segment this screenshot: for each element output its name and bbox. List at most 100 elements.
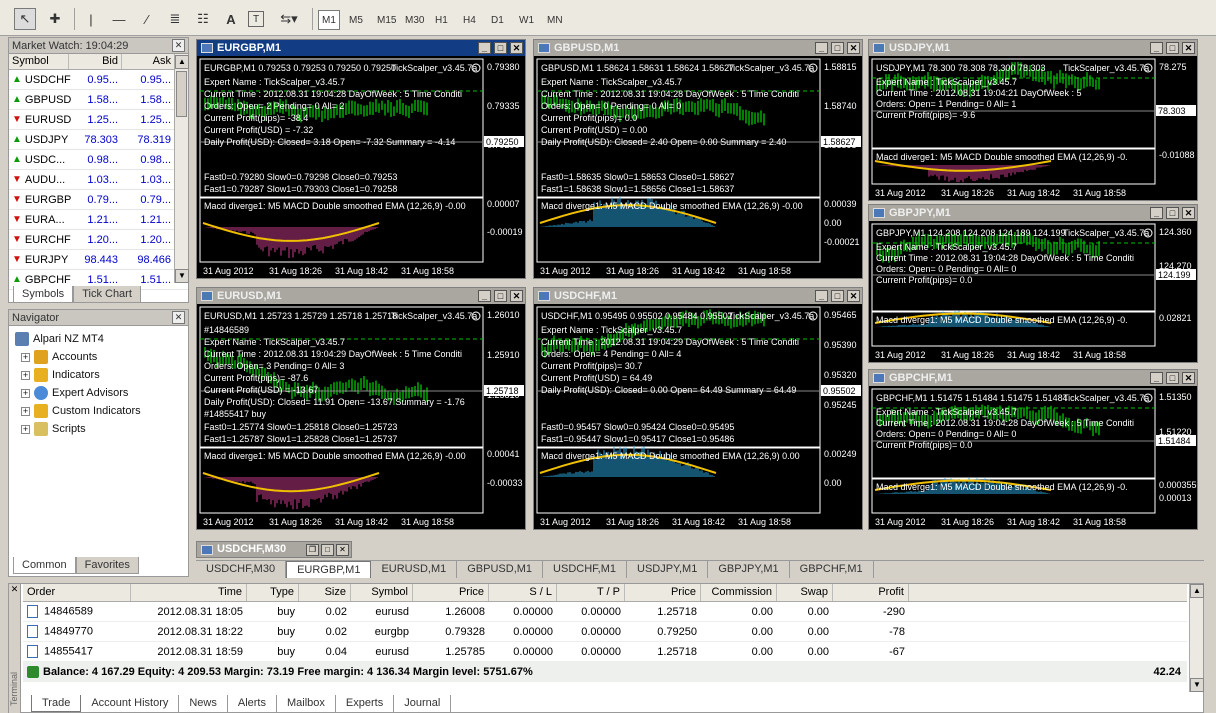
tab-symbols[interactable]: Symbols <box>13 286 74 303</box>
minimize-icon[interactable]: _ <box>815 290 828 302</box>
column-header-symbol[interactable]: Symbol <box>9 54 69 69</box>
column-header-symbol[interactable]: Symbol <box>351 584 413 601</box>
navigator-item-custom-indicators[interactable]: + Custom Indicators <box>15 402 188 420</box>
navigator-item-indicators[interactable]: + Indicators <box>15 366 188 384</box>
navigator-item-expert-advisors[interactable]: + Expert Advisors <box>15 384 188 402</box>
chart-title-bar[interactable]: GBPUSD,M1 _ □ ✕ <box>534 40 862 56</box>
close-icon[interactable]: ✕ <box>847 290 860 302</box>
arrows-icon[interactable]: ⇆▾ <box>278 8 300 30</box>
close-icon[interactable]: ✕ <box>1182 42 1195 54</box>
market-watch-row[interactable]: ▼ EURGBP 0.79... 0.79... <box>9 190 188 210</box>
minimize-icon[interactable]: _ <box>1150 372 1163 384</box>
close-icon[interactable]: ✕ <box>172 39 185 52</box>
chart-window-usdjpy[interactable]: USDJPY,M1 _ □ ✕ 78.275 78.303 -0.01088 31 Aug 2… <box>868 39 1198 201</box>
minimize-icon[interactable]: _ <box>478 42 491 54</box>
maximize-icon[interactable]: □ <box>494 290 507 302</box>
terminal-tab-alerts[interactable]: Alerts <box>228 695 277 712</box>
vertical-line-icon[interactable]: | <box>80 8 102 30</box>
terminal-tab-news[interactable]: News <box>179 695 228 712</box>
terminal-tab-journal[interactable]: Journal <box>394 695 452 712</box>
chart-window-gbpusd[interactable]: GBPUSD,M1_□✕1.588151.587401.585951.58627… <box>533 39 863 279</box>
chart-window-eurusd[interactable]: EURUSD,M1_□✕1.260101.259101.258101.25718… <box>196 287 526 530</box>
column-header-sl[interactable]: S / L <box>489 584 557 601</box>
market-watch-row[interactable]: ▼ EURA... 1.21... 1.21... <box>9 210 188 230</box>
scroll-up-icon[interactable]: ▲ <box>175 55 189 69</box>
column-header-commission[interactable]: Commission <box>701 584 777 601</box>
column-header-swap[interactable]: Swap <box>777 584 833 601</box>
scroll-down-icon[interactable]: ▼ <box>175 269 189 283</box>
market-watch-row[interactable]: ▼ EURUSD 1.25... 1.25... <box>9 110 188 130</box>
close-icon[interactable]: ✕ <box>510 42 523 54</box>
crosshair-icon[interactable]: ✚ <box>44 8 66 30</box>
chart-tab-usdchf-m30[interactable]: USDCHF,M30 <box>196 561 287 578</box>
column-header-tp[interactable]: T / P <box>557 584 625 601</box>
close-icon[interactable]: ✕ <box>172 311 185 324</box>
chart-window-usdchf[interactable]: USDCHF,M1 _ □ ✕ 0.95465 0.95390 0.95320 0.95245… <box>533 287 863 530</box>
timeframe-h1-button[interactable]: H1 <box>432 10 451 30</box>
market-watch-row[interactable]: ▲ USDC... 0.98... 0.98... <box>9 150 188 170</box>
market-watch-row[interactable]: ▼ EURJPY 98.443 98.466 <box>9 250 188 270</box>
chart-title-bar[interactable]: GBPCHF,M1 _ □ ✕ <box>869 370 1197 386</box>
chart-tab-usdchf-m1[interactable]: USDCHF,M1 <box>543 561 627 578</box>
close-icon[interactable]: ✕ <box>1182 372 1195 384</box>
chart-canvas[interactable]: 0.95465 0.95390 0.95320 0.95245 0.95502 0.002… <box>534 304 862 529</box>
navigator-item-scripts[interactable]: + Scripts <box>15 420 188 438</box>
order-row[interactable]: 14855417 2012.08.31 18:59 buy 0.04 eurusd 1.2… <box>23 642 1187 662</box>
scroll-up-icon[interactable]: ▲ <box>1190 584 1204 598</box>
chart-title-bar[interactable]: EURUSD,M1 _ □ ✕ <box>197 288 525 304</box>
chart-window-gbpchf[interactable]: GBPCHF,M1 _ □ ✕ 1.51350 1.51220 1.51484 0.00035… <box>868 369 1198 530</box>
chart-title-bar[interactable]: USDCHF,M1 _ □ ✕ <box>534 288 862 304</box>
column-header-type[interactable]: Type <box>247 584 299 601</box>
market-watch-row[interactable]: ▲ USDCHF 0.95... 0.95... <box>9 70 188 90</box>
minimize-icon[interactable]: _ <box>1150 207 1163 219</box>
scroll-down-icon[interactable]: ▼ <box>1190 678 1204 692</box>
chart-window-eurgbp[interactable]: EURGBP,M1_□✕0.793800.793350.792900.79250… <box>196 39 526 279</box>
close-icon[interactable]: ✕ <box>1182 207 1195 219</box>
terminal-tab-trade[interactable]: Trade <box>31 695 82 712</box>
chart-tab-gbpchf-m1[interactable]: GBPCHF,M1 <box>790 561 874 578</box>
order-row[interactable]: 14849770 2012.08.31 18:22 buy 0.02 eurgbp 0.7… <box>23 622 1187 642</box>
terminal-scrollbar[interactable]: ▲ ▼ <box>1189 584 1204 692</box>
chart-tab-gbpjpy-m1[interactable]: GBPJPY,M1 <box>708 561 790 578</box>
restore-icon[interactable]: ❐ <box>306 544 319 556</box>
chart-canvas[interactable]: 0.793800.793350.792900.792500.00007-0.00… <box>197 56 525 278</box>
market-watch-scrollbar[interactable]: ▲ ▼ <box>174 55 189 283</box>
terminal-tab-mailbox[interactable]: Mailbox <box>277 695 336 712</box>
maximize-icon[interactable]: □ <box>1166 42 1179 54</box>
chart-canvas[interactable]: 1.260101.259101.258101.257180.00041-0.00… <box>197 304 525 529</box>
text-tool-button[interactable]: A <box>220 8 242 30</box>
column-header-price[interactable]: Price <box>413 584 489 601</box>
maximize-icon[interactable]: □ <box>831 290 844 302</box>
column-header-order[interactable]: Order <box>23 584 131 601</box>
fibo-icon[interactable]: ≣ <box>164 8 186 30</box>
minimize-icon[interactable]: _ <box>478 290 491 302</box>
minimize-icon[interactable]: _ <box>1150 42 1163 54</box>
chart-tab-eurusd-m1[interactable]: EURUSD,M1 <box>371 561 458 578</box>
close-icon[interactable]: ✕ <box>510 290 523 302</box>
close-icon[interactable]: ✕ <box>336 544 349 556</box>
timeframe-m1-button[interactable]: M1 <box>318 10 340 30</box>
column-header-size[interactable]: Size <box>299 584 351 601</box>
market-watch-row[interactable]: ▼ AUDU... 1.03... 1.03... <box>9 170 188 190</box>
label-tool-button[interactable]: T <box>248 11 264 27</box>
close-icon[interactable]: ✕ <box>847 42 860 54</box>
tab-favorites[interactable]: Favorites <box>75 557 139 574</box>
minimize-icon[interactable]: _ <box>815 42 828 54</box>
minimized-chart-window[interactable]: USDCHF,M30 ❐ □ ✕ <box>196 541 352 558</box>
market-watch-row[interactable]: ▼ EURCHF 1.20... 1.20... <box>9 230 188 250</box>
order-row[interactable]: 14846589 2012.08.31 18:05 buy 0.02 eurusd 1.2… <box>23 602 1187 622</box>
market-watch-row[interactable]: ▲ GBPUSD 1.58... 1.58... <box>9 90 188 110</box>
timeframe-m15-button[interactable]: M15 <box>374 10 399 30</box>
tab-tick-chart[interactable]: Tick Chart <box>73 286 141 303</box>
column-header-ask[interactable]: Ask <box>122 54 175 69</box>
timeframe-mn-button[interactable]: MN <box>544 10 566 30</box>
terminal-tab-experts[interactable]: Experts <box>336 695 395 712</box>
chart-title-bar[interactable]: EURGBP,M1 _ □ ✕ <box>197 40 525 56</box>
maximize-icon[interactable]: □ <box>494 42 507 54</box>
chart-window-gbpjpy[interactable]: GBPJPY,M1 _ □ ✕ 124.360 124.270 124.199 0.02821… <box>868 204 1198 363</box>
timeframe-h4-button[interactable]: H4 <box>460 10 479 30</box>
chart-tab-eurgbp-m1[interactable]: EURGBP,M1 <box>286 561 372 578</box>
maximize-icon[interactable]: □ <box>321 544 334 556</box>
trendline-icon[interactable]: ∕ <box>136 8 158 30</box>
navigator-root[interactable]: Alpari NZ MT4 <box>15 330 188 348</box>
